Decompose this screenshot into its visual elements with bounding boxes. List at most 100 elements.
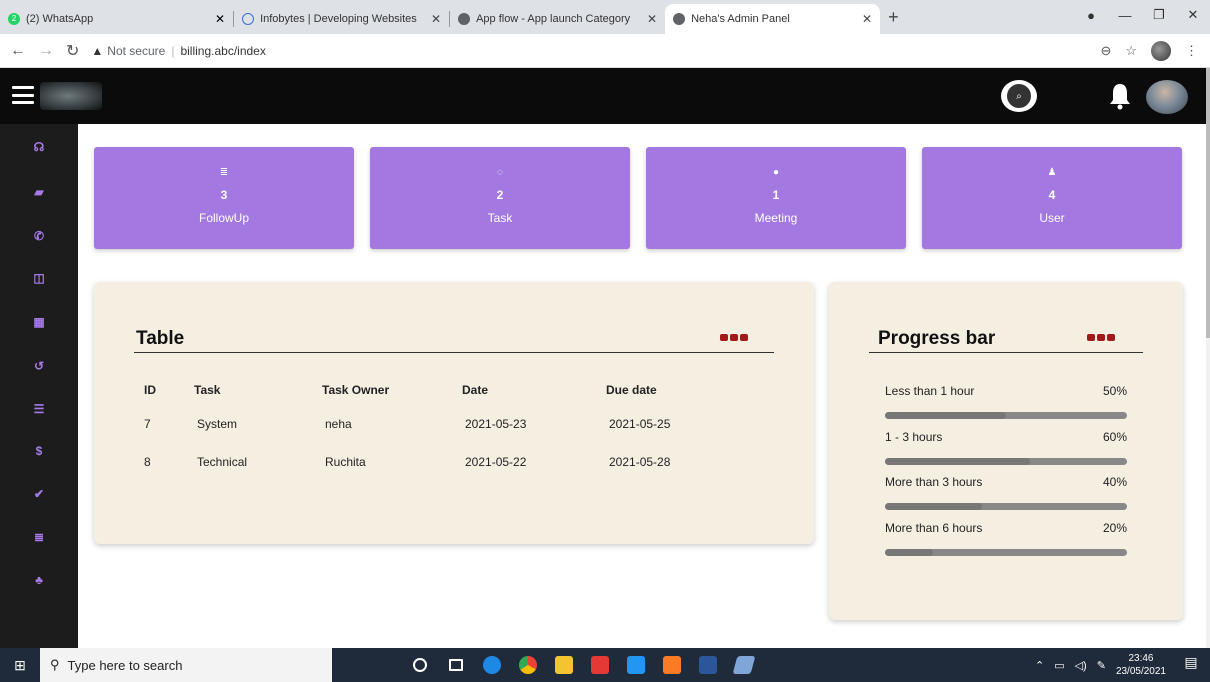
table-cell: Technical — [197, 455, 248, 469]
progress-label: 1 - 3 hours — [885, 430, 943, 444]
table-cell: 2021-05-23 — [465, 417, 527, 431]
tab-app-flow[interactable]: App flow - App launch Category ✕ — [450, 4, 665, 34]
close-tab-icon[interactable]: ✕ — [431, 12, 441, 26]
card-value: 1 — [772, 188, 780, 202]
clock-time: 23:46 — [1128, 653, 1154, 664]
cortana-icon[interactable] — [402, 648, 438, 682]
dollar-icon[interactable]: $ — [29, 443, 49, 459]
windows-taskbar: ⊞ ⚲ Type here to search ⌃ ▭ ◁) ✎ 23:46 2… — [0, 648, 1210, 682]
xampp-icon[interactable] — [654, 648, 690, 682]
app-icon[interactable] — [726, 648, 762, 682]
meeting-card[interactable]: ● 1 Meeting — [646, 147, 906, 249]
table-row: 8 Technical Ruchita 2021-05-22 2021-05-2… — [144, 443, 726, 481]
progress-percent: 60% — [1102, 430, 1127, 444]
browser-tab-bar: 2 (2) WhatsApp ✕ Infobytes | Developing … — [0, 0, 1210, 34]
url-field[interactable]: ▲ Not secure | billing.abc/index — [91, 44, 265, 58]
system-tray: ⌃ ▭ ◁) ✎ 23:46 23/05/2021 — [1035, 648, 1166, 682]
close-tab-icon[interactable]: ✕ — [647, 12, 657, 26]
bookmark-star-icon[interactable]: ☆ — [1125, 43, 1137, 59]
windows-start-icon[interactable]: ⊞ — [0, 648, 40, 682]
check-icon[interactable]: ✔ — [29, 486, 49, 502]
close-tab-icon[interactable]: ✕ — [215, 12, 225, 26]
progress-track — [885, 412, 1127, 419]
file-explorer-icon[interactable] — [546, 648, 582, 682]
main-content: ≣ 3 FollowUp ◌ 2 Task ● 1 Meeting ♟ 4 Us… — [78, 124, 1206, 648]
table-header-row: ID Task Task Owner Date Due date — [144, 375, 726, 405]
phone-icon[interactable]: ✆ — [29, 228, 49, 244]
browser-profile-avatar[interactable] — [1151, 41, 1171, 61]
tab-whatsapp[interactable]: 2 (2) WhatsApp — [0, 4, 215, 34]
task-view-icon[interactable] — [438, 648, 474, 682]
new-tab-button[interactable]: + — [888, 7, 899, 28]
more-options-icon[interactable]: ⋮ — [1185, 43, 1198, 59]
table-cell: Ruchita — [325, 455, 366, 469]
card-label: Meeting — [754, 211, 798, 225]
taskbar-clock[interactable]: 23:46 23/05/2021 — [1116, 652, 1166, 678]
network-icon[interactable]: ▭ — [1054, 659, 1064, 672]
users-icon[interactable]: ♣ — [29, 572, 49, 588]
reload-icon[interactable]: ↻ — [66, 41, 79, 61]
tasks-icon[interactable]: ≣ — [29, 529, 49, 545]
anydesk-icon[interactable] — [582, 648, 618, 682]
user-card[interactable]: ♟ 4 User — [922, 147, 1182, 249]
maximize-icon[interactable]: ❐ — [1142, 7, 1176, 23]
pen-icon[interactable]: ✎ — [1097, 659, 1106, 672]
title-divider — [869, 352, 1143, 353]
progress-fill — [885, 412, 1006, 419]
address-bar: ← → ↻ ▲ Not secure | billing.abc/index ⊖… — [0, 34, 1210, 68]
tab-infobytes[interactable]: Infobytes | Developing Websites ✕ — [234, 4, 449, 34]
zoom-icon[interactable]: ⊖ — [1100, 43, 1111, 59]
progress-fill — [885, 503, 982, 510]
minimize-icon[interactable]: — — [1108, 8, 1142, 23]
followup-card[interactable]: ≣ 3 FollowUp — [94, 147, 354, 249]
address-bar-actions: ⊖ ☆ ⋮ — [1100, 34, 1198, 68]
globe-favicon-icon — [458, 13, 471, 25]
taskbar-apps — [402, 648, 762, 682]
table-row: 7 System neha 2021-05-23 2021-05-25 — [144, 405, 726, 443]
bell-icon[interactable] — [1108, 82, 1132, 110]
app-header: ⌕ — [0, 68, 1206, 124]
columns-icon[interactable]: ◫ — [29, 270, 49, 286]
notification-center-icon[interactable]: ▤ — [1180, 654, 1202, 676]
taskbar-search-placeholder: Type here to search — [67, 657, 183, 673]
browser-menu-icon[interactable]: ● — [1074, 8, 1108, 23]
url-separator: | — [171, 43, 175, 58]
dashboard-icon[interactable]: ☊ — [29, 139, 49, 155]
list-icon[interactable]: ☰ — [29, 401, 49, 417]
calendar-icon[interactable]: ▦ — [29, 314, 49, 330]
table-cell: 2021-05-25 — [609, 417, 671, 431]
progress-label: More than 6 hours — [885, 521, 983, 535]
progress-label: Less than 1 hour — [885, 384, 975, 398]
tab-admin-panel[interactable]: Neha's Admin Panel ✕ — [665, 4, 881, 34]
edge-icon[interactable] — [474, 648, 510, 682]
chrome-icon[interactable] — [510, 648, 546, 682]
warning-icon: ▲ — [91, 43, 104, 58]
history-icon[interactable]: ↺ — [29, 358, 49, 374]
hamburger-icon[interactable] — [12, 86, 34, 104]
progress-item: 1 - 3 hours 60% — [885, 430, 1127, 465]
tab-title: (2) WhatsApp — [26, 13, 94, 25]
progress-item: More than 3 hours 40% — [885, 475, 1127, 510]
tab-title: App flow - App launch Category — [476, 13, 631, 25]
search-button[interactable]: ⌕ — [1001, 80, 1037, 112]
avatar[interactable] — [1146, 80, 1188, 114]
table-cell: 2021-05-28 — [609, 455, 671, 469]
chevron-up-icon[interactable]: ⌃ — [1035, 659, 1044, 672]
task-card[interactable]: ◌ 2 Task — [370, 147, 630, 249]
volume-icon[interactable]: ◁) — [1075, 659, 1087, 672]
taskbar-search-input[interactable]: ⚲ Type here to search — [40, 648, 332, 682]
close-tab-icon[interactable]: ✕ — [862, 12, 872, 26]
close-window-icon[interactable]: ✕ — [1176, 7, 1210, 23]
briefcase-icon[interactable]: ▰ — [29, 184, 49, 200]
more-dots-icon[interactable] — [720, 334, 748, 341]
scrollbar-thumb[interactable] — [1206, 68, 1210, 338]
word-icon[interactable] — [690, 648, 726, 682]
more-dots-icon[interactable] — [1087, 334, 1115, 341]
search-icon: ⚲ — [50, 657, 60, 672]
infobytes-favicon-icon — [242, 13, 255, 25]
panel-title: Progress bar — [878, 328, 996, 349]
check-circle-icon: ● — [772, 167, 780, 178]
back-arrow-icon[interactable]: ← — [10, 42, 26, 60]
vscode-icon[interactable] — [618, 648, 654, 682]
forward-arrow-icon[interactable]: → — [38, 42, 54, 60]
